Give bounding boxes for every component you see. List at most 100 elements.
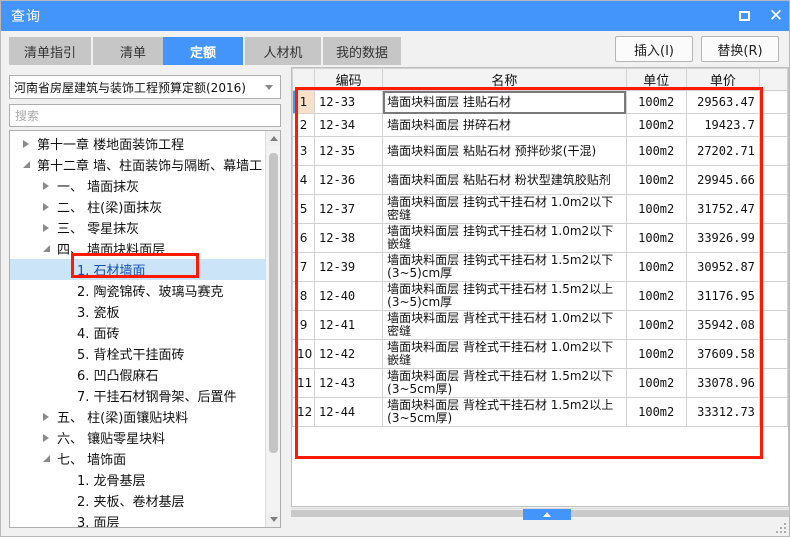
cell-price[interactable]: 33926.99 <box>685 223 760 253</box>
tab-wodeshuju[interactable]: 我的数据 <box>323 37 401 65</box>
chevron-down-icon[interactable] <box>40 448 52 469</box>
cell-code[interactable]: 12-34 <box>314 113 384 137</box>
search-input[interactable]: 搜索 <box>9 104 281 127</box>
table-row[interactable]: 7 12-39 墙面块料面层 挂钩式干挂石材 1.5m2以下 (3~5)cm厚 100… <box>292 252 788 282</box>
tree-item[interactable]: 四、 墙面块料面层 <box>10 238 266 259</box>
tree-item[interactable]: 2. 夹板、卷材基层 <box>10 490 266 511</box>
cell-unit[interactable]: 100m2 <box>625 310 687 340</box>
tree-item[interactable]: 一、 墙面抹灰 <box>10 175 266 196</box>
tree-item[interactable]: 7. 干挂石材钢骨架、后置件 <box>10 385 266 406</box>
tab-dinge[interactable]: 定额 <box>163 37 243 65</box>
chapter-tree[interactable]: 第十一章 楼地面装饰工程 第十二章 墙、柱面装饰与隔断、幕墙工 一、 墙面抹灰 二、 … <box>9 130 281 528</box>
cell-code[interactable]: 12-36 <box>314 165 384 195</box>
maximize-icon[interactable] <box>735 7 753 25</box>
cell-code[interactable]: 12-38 <box>314 223 384 253</box>
chevron-right-icon[interactable] <box>40 406 52 427</box>
tree-scrollbar[interactable] <box>265 131 280 527</box>
cell-idx[interactable]: 4 <box>292 165 316 195</box>
cell-unit[interactable]: 100m2 <box>625 90 687 114</box>
tree-item[interactable]: 第十二章 墙、柱面装饰与隔断、幕墙工 <box>10 154 266 175</box>
table-row[interactable]: 9 12-41 墙面块料面层 背栓式干挂石材 1.0m2以下 密缝 100m2 3594… <box>292 310 788 340</box>
column-header-code[interactable]: 编码 <box>314 68 384 91</box>
cell-unit[interactable]: 100m2 <box>625 281 687 311</box>
column-header-unit[interactable]: 单位 <box>625 68 687 91</box>
table-row[interactable]: 6 12-38 墙面块料面层 挂钩式干挂石材 1.0m2以下 嵌缝 100m2 3392… <box>292 223 788 253</box>
tree-item[interactable]: 1. 龙骨基层 <box>10 469 266 490</box>
cell-idx[interactable]: 8 <box>292 281 316 311</box>
cell-idx[interactable]: 10 <box>292 339 316 369</box>
cell-unit[interactable]: 100m2 <box>625 194 687 224</box>
cell-idx[interactable]: 11 <box>292 368 316 398</box>
tree-item[interactable]: 七、 墙饰面 <box>10 448 266 469</box>
cell-idx[interactable]: 2 <box>292 113 316 137</box>
cell-name[interactable]: 墙面块料面层 拼碎石材 <box>382 113 627 137</box>
tree-item[interactable]: 1. 石材墙面 <box>10 259 266 280</box>
table-row[interactable]: 5 12-37 墙面块料面层 挂钩式干挂石材 1.0m2以下 密缝 100m2 3175… <box>292 194 788 224</box>
close-icon[interactable]: ✕ <box>767 7 785 25</box>
cell-price[interactable]: 35942.08 <box>685 310 760 340</box>
replace-button[interactable]: 替换(R) <box>701 36 779 62</box>
cell-price[interactable]: 19423.7 <box>685 113 760 137</box>
cell-idx[interactable]: 6 <box>292 223 316 253</box>
table-row[interactable]: 8 12-40 墙面块料面层 挂钩式干挂石材 1.5m2以上 (3~5)cm厚 100… <box>292 281 788 311</box>
scroll-up-icon[interactable] <box>266 131 280 146</box>
table-row[interactable]: 3 12-35 墙面块料面层 粘贴石材 预拌砂浆(干混) 100m2 27202.71 <box>292 136 788 166</box>
cell-code[interactable]: 12-42 <box>314 339 384 369</box>
table-row[interactable]: 4 12-36 墙面块料面层 粘贴石材 粉状型建筑胶贴剂 100m2 29945.66 <box>292 165 788 195</box>
cell-name[interactable]: 墙面块料面层 挂钩式干挂石材 1.5m2以下 (3~5)cm厚 <box>382 252 627 282</box>
column-header-price[interactable]: 单价 <box>685 68 760 91</box>
cell-unit[interactable]: 100m2 <box>625 397 687 427</box>
cell-name[interactable]: 墙面块料面层 粘贴石材 粉状型建筑胶贴剂 <box>382 165 627 195</box>
cell-unit[interactable]: 100m2 <box>625 339 687 369</box>
table-row[interactable]: 10 12-42 墙面块料面层 背栓式干挂石材 1.0m2以下 嵌缝 100m2 376… <box>292 339 788 369</box>
cell-code[interactable]: 12-35 <box>314 136 384 166</box>
cell-idx[interactable]: 3 <box>292 136 316 166</box>
dinge-table-panel[interactable]: 编码 名称 单位 单价 1 12-33 墙面块料面层 挂贴石材 100m2 29563.… <box>291 67 789 507</box>
cell-code[interactable]: 12-43 <box>314 368 384 398</box>
tree-item[interactable]: 3. 面层 <box>10 511 266 527</box>
cell-name[interactable]: 墙面块料面层 粘贴石材 预拌砂浆(干混) <box>382 136 627 166</box>
chevron-right-icon[interactable] <box>40 217 52 238</box>
cell-code[interactable]: 12-40 <box>314 281 384 311</box>
resize-grip-icon[interactable] <box>774 521 786 533</box>
cell-idx[interactable]: 7 <box>292 252 316 282</box>
chevron-down-icon[interactable] <box>40 238 52 259</box>
table-row[interactable]: 2 12-34 墙面块料面层 拼碎石材 100m2 19423.7 <box>292 113 788 137</box>
tab-rencaiji[interactable]: 人材机 <box>245 37 321 65</box>
tree-item[interactable]: 6. 凹凸假麻石 <box>10 364 266 385</box>
chevron-right-icon[interactable] <box>20 133 32 154</box>
cell-idx[interactable]: 12 <box>292 397 316 427</box>
tree-item[interactable]: 5. 背栓式干挂面砖 <box>10 343 266 364</box>
tree-scrollbar-thumb[interactable] <box>269 153 278 453</box>
cell-price[interactable]: 29563.47 <box>685 90 760 114</box>
column-header-name[interactable]: 名称 <box>382 68 627 91</box>
cell-code[interactable]: 12-39 <box>314 252 384 282</box>
chevron-down-icon[interactable] <box>20 154 32 175</box>
cell-unit[interactable]: 100m2 <box>625 368 687 398</box>
cell-price[interactable]: 33078.96 <box>685 368 760 398</box>
cell-price[interactable]: 31752.47 <box>685 194 760 224</box>
cell-unit[interactable]: 100m2 <box>625 252 687 282</box>
insert-button[interactable]: 插入(I) <box>615 36 693 62</box>
cell-name[interactable]: 墙面块料面层 挂钩式干挂石材 1.0m2以下 密缝 <box>382 194 627 224</box>
cell-price[interactable]: 31176.95 <box>685 281 760 311</box>
tree-item[interactable]: 第十一章 楼地面装饰工程 <box>10 133 266 154</box>
chevron-right-icon[interactable] <box>40 175 52 196</box>
cell-price[interactable]: 29945.66 <box>685 165 760 195</box>
cell-unit[interactable]: 100m2 <box>625 136 687 166</box>
tree-item[interactable]: 三、 零星抹灰 <box>10 217 266 238</box>
cell-name[interactable]: 墙面块料面层 背栓式干挂石材 1.5m2以下 (3~5cm厚) <box>382 368 627 398</box>
cell-name[interactable]: 墙面块料面层 背栓式干挂石材 1.5m2以上 (3~5cm厚) <box>382 397 627 427</box>
cell-idx[interactable]: 5 <box>292 194 316 224</box>
cell-code[interactable]: 12-33 <box>314 90 384 114</box>
horizontal-scrollbar[interactable] <box>291 508 789 520</box>
scroll-down-icon[interactable] <box>266 512 280 527</box>
cell-price[interactable]: 27202.71 <box>685 136 760 166</box>
cell-unit[interactable]: 100m2 <box>625 223 687 253</box>
cell-unit[interactable]: 100m2 <box>625 165 687 195</box>
cell-name[interactable]: 墙面块料面层 挂贴石材 <box>382 90 627 114</box>
cell-code[interactable]: 12-41 <box>314 310 384 340</box>
tree-item[interactable]: 4. 面砖 <box>10 322 266 343</box>
standard-select[interactable]: 河南省房屋建筑与装饰工程预算定额(2016) <box>9 75 281 99</box>
cell-code[interactable]: 12-37 <box>314 194 384 224</box>
